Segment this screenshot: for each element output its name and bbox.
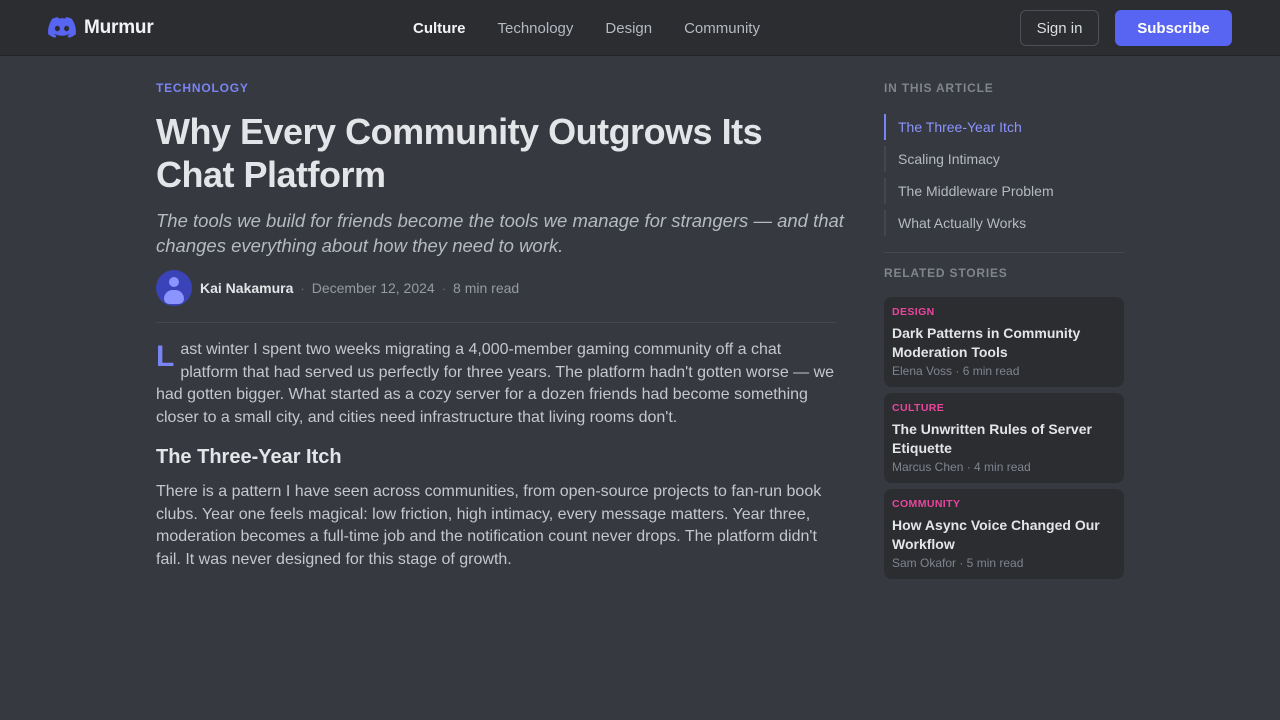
toc-item-middleware-problem[interactable]: The Middleware Problem — [884, 178, 1124, 204]
toc-item-what-actually-works[interactable]: What Actually Works — [884, 210, 1124, 236]
nav-community[interactable]: Community — [684, 20, 760, 37]
nav-culture[interactable]: Culture — [413, 20, 466, 37]
card-meta: Marcus Chen · 4 min read — [892, 460, 1031, 474]
card-title: The Unwritten Rules of Server Etiquette — [892, 421, 1092, 456]
toc-item-three-year-itch[interactable]: The Three-Year Itch — [884, 114, 1124, 140]
read-time: 8 min read — [453, 280, 520, 296]
sidebar-divider — [884, 252, 1124, 253]
article-title: Why Every Community Outgrows Its Chat Pl… — [156, 111, 763, 195]
card-meta: Sam Okafor · 5 min read — [892, 556, 1024, 570]
meta-separator: · — [300, 280, 305, 296]
related-stories: DESIGN Dark Patterns in Community Modera… — [884, 297, 1124, 585]
intro-text: ast winter I spent two weeks migrating a… — [156, 341, 835, 426]
card-category: DESIGN — [892, 306, 935, 318]
brand-name: Murmur — [84, 17, 154, 38]
nav-design[interactable]: Design — [605, 20, 652, 37]
meta-separator: · — [441, 280, 447, 296]
byline: Kai Nakamura · December 12, 2024 · 8 min… — [156, 270, 836, 306]
article-category[interactable]: TECHNOLOGY — [156, 81, 249, 95]
toc-item-scaling-intimacy[interactable]: Scaling Intimacy — [884, 146, 1124, 172]
site-header: Murmur Culture Technology Design Communi… — [0, 0, 1280, 56]
nav-technology[interactable]: Technology — [498, 20, 574, 37]
intro-paragraph: Last winter I spent two weeks migrating … — [156, 339, 839, 429]
toc-label: IN THIS ARTICLE — [884, 81, 994, 95]
card-category: COMMUNITY — [892, 498, 961, 510]
byline-divider — [156, 322, 836, 323]
article-subtitle: The tools we build for friends become th… — [156, 210, 844, 256]
section-paragraph: There is a pattern I have seen across co… — [156, 483, 822, 568]
related-label: RELATED STORIES — [884, 266, 1008, 280]
card-title: Dark Patterns in Community Moderation To… — [892, 325, 1081, 360]
drop-cap: L — [156, 340, 175, 373]
section-heading: The Three-Year Itch — [156, 446, 342, 468]
author-name[interactable]: Kai Nakamura — [200, 280, 293, 296]
publish-date: December 12, 2024 — [311, 280, 435, 296]
card-title: How Async Voice Changed Our Workflow — [892, 517, 1100, 552]
brand-logo[interactable]: Murmur — [48, 14, 154, 42]
subscribe-button[interactable]: Subscribe — [1115, 10, 1232, 46]
card-category: CULTURE — [892, 402, 945, 414]
main-nav: Culture Technology Design Community — [413, 0, 792, 56]
sign-in-button[interactable]: Sign in — [1020, 10, 1099, 46]
card-meta: Elena Voss · 6 min read — [892, 364, 1020, 378]
related-story-card[interactable]: COMMUNITY How Async Voice Changed Our Wo… — [884, 489, 1124, 579]
related-story-card[interactable]: DESIGN Dark Patterns in Community Modera… — [884, 297, 1124, 387]
user-avatar-icon[interactable] — [156, 270, 192, 306]
discord-logo-icon — [48, 17, 76, 39]
table-of-contents: The Three-Year Itch Scaling Intimacy The… — [884, 114, 1124, 242]
related-story-card[interactable]: CULTURE The Unwritten Rules of Server Et… — [884, 393, 1124, 483]
